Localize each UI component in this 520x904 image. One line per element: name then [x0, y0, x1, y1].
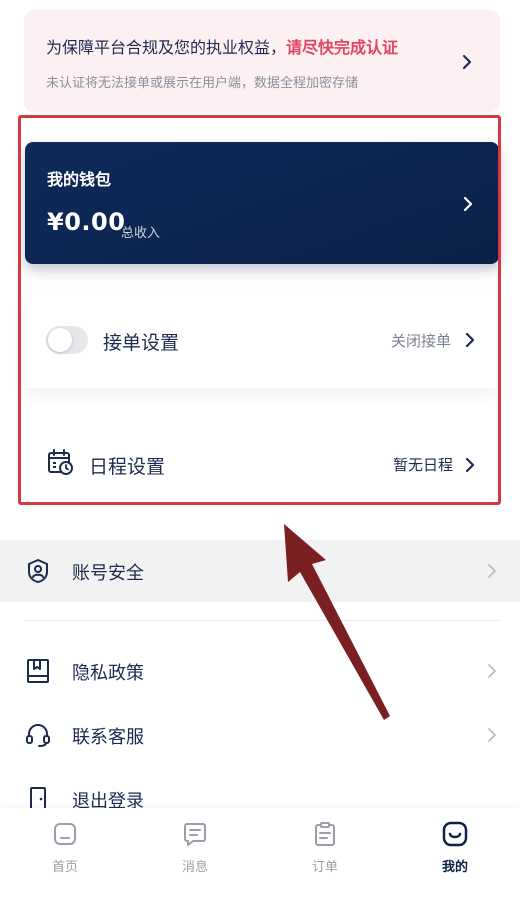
menu-item-label: 账号安全 [72, 563, 144, 584]
tab-messages[interactable]: 消息 [130, 808, 260, 904]
headset-icon [26, 723, 50, 747]
notice-title-prefix: 为保障平台合规及您的执业权益， [46, 38, 287, 57]
annotation-arrow [284, 524, 390, 720]
chevron-right-icon [462, 54, 472, 70]
chevron-right-icon [488, 664, 496, 678]
menu-item-label: 隐私政策 [72, 663, 144, 684]
order-clipboard-icon [315, 822, 335, 846]
tab-home[interactable]: 首页 [0, 808, 130, 904]
shield-user-icon [28, 559, 48, 583]
message-icon [184, 823, 206, 846]
tab-label: 我的 [441, 860, 468, 875]
chevron-right-icon [488, 564, 496, 578]
notice-description: 未认证将无法接单或展示在用户端，数据全程加密存储 [46, 76, 359, 91]
tab-profile[interactable]: 我的 [390, 808, 520, 904]
book-icon [27, 659, 49, 683]
menu-item-label: 联系客服 [72, 727, 144, 748]
chevron-right-icon [488, 728, 496, 742]
menu-item-account-security[interactable]: 账号安全 [0, 540, 520, 602]
home-icon [54, 823, 76, 845]
profile-face-icon [442, 821, 468, 847]
menu-item-contact-support[interactable]: 联系客服 [0, 704, 520, 766]
tab-label: 首页 [51, 860, 78, 875]
menu-item-privacy-policy[interactable]: 隐私政策 [0, 640, 520, 702]
tab-label: 订单 [311, 860, 338, 875]
annotation-highlight-box [18, 115, 501, 505]
tab-orders[interactable]: 订单 [260, 808, 390, 904]
menu-divider [24, 620, 500, 621]
bottom-tab-bar: 首页 消息 订单 我的 [0, 808, 520, 904]
tab-label: 消息 [181, 860, 208, 875]
notice-title-highlight: 请尽快完成认证 [286, 38, 399, 57]
certification-notice[interactable]: 为保障平台合规及您的执业权益，请尽快完成认证 未认证将无法接单或展示在用户端，数… [24, 10, 500, 112]
notice-title: 为保障平台合规及您的执业权益，请尽快完成认证 [46, 34, 398, 58]
